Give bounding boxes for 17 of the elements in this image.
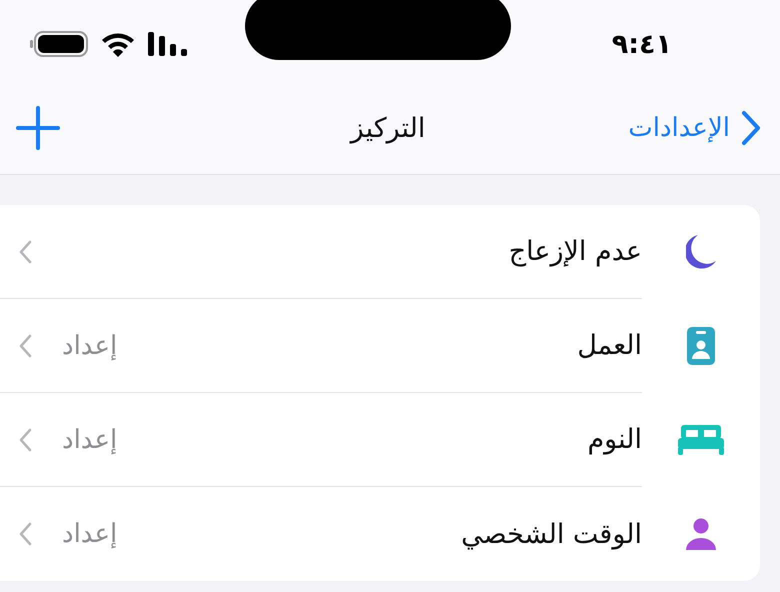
setup-status: إعداد (62, 519, 118, 549)
focus-mode-label: عدم الإزعاج (508, 236, 642, 267)
back-button[interactable]: الإعدادات (562, 110, 762, 146)
chevron-icon[interactable] (18, 428, 32, 452)
setup-status: إعداد (62, 330, 118, 360)
chevron-icon[interactable] (740, 110, 762, 146)
focus-mode-label: الوقت الشخصي (461, 518, 642, 550)
setup-status: إعداد (62, 424, 118, 454)
status-time: ٩:٤١ (610, 28, 672, 60)
focus-mode-label: العمل (577, 330, 642, 361)
chevron-icon[interactable] (18, 522, 32, 546)
battery-icon (30, 30, 88, 58)
add-icon[interactable] (14, 104, 62, 152)
nav-title: التركيز (350, 112, 426, 144)
chevron-icon[interactable] (18, 334, 32, 358)
chevron-icon[interactable] (18, 240, 32, 264)
focus-mode-label: النوم (587, 424, 642, 455)
